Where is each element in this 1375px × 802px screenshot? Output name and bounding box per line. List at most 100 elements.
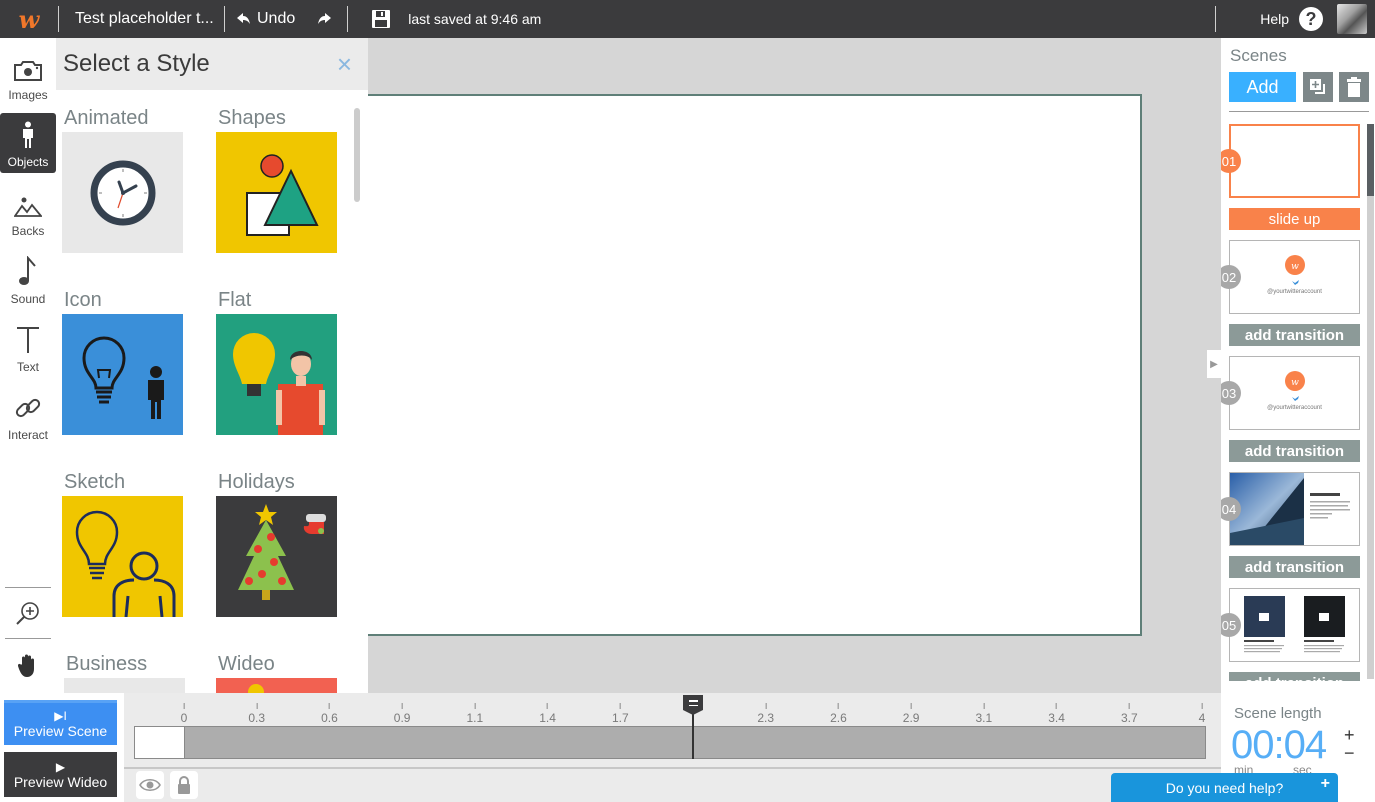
timeline-tick: 0.6 — [321, 703, 338, 725]
scenes-panel: Scenes Add 01 slide up w @yourtwitteracc… — [1221, 38, 1375, 693]
trash-icon — [1347, 77, 1361, 97]
pan-hand-button[interactable] — [0, 646, 56, 686]
question-icon: ? — [1299, 7, 1323, 31]
help-button[interactable]: Help ? — [1216, 7, 1337, 31]
visibility-toggle[interactable] — [136, 771, 164, 799]
timeline-tick: 1.4 — [539, 703, 556, 725]
scene-thumbnail[interactable] — [1229, 124, 1360, 198]
zoom-in-button[interactable] — [0, 593, 56, 633]
top-bar: w Test placeholder t... Undo last saved … — [0, 0, 1375, 38]
shapes-icon — [245, 153, 319, 236]
holidays-style-illustration — [238, 504, 326, 600]
text-icon — [17, 327, 39, 353]
help-chat-label: Do you need help? — [1165, 779, 1284, 796]
tool-backs[interactable]: Backs — [0, 182, 56, 242]
style-card-flat[interactable]: Flat — [216, 286, 337, 435]
duplicate-scene-button[interactable] — [1303, 72, 1333, 102]
style-panel: Select a Style × Animated Shapes Icon Fl… — [56, 38, 368, 693]
tool-label: Interact — [7, 428, 49, 442]
help-label: Help — [1260, 11, 1289, 27]
scene-length-value[interactable]: 00:04 — [1231, 723, 1327, 768]
scene-thumbnail[interactable]: w @yourtwitteraccount — [1229, 356, 1360, 430]
preview-wideo-button[interactable]: ▶ Preview Wideo — [4, 752, 117, 797]
transition-button[interactable]: slide up — [1229, 208, 1360, 230]
divider — [124, 767, 1221, 769]
decrease-length-button[interactable]: − — [1344, 743, 1355, 764]
style-panel-header: Select a Style × — [56, 38, 368, 90]
scene-thumbnail[interactable]: w @yourtwitteraccount — [1229, 240, 1360, 314]
wideo-logo[interactable]: w — [0, 0, 58, 38]
style-card-holidays[interactable]: Holidays — [216, 468, 337, 617]
style-panel-scrollbar[interactable] — [354, 108, 360, 202]
tool-objects[interactable]: Objects — [0, 113, 56, 173]
timeline-tick: 3.7 — [1121, 703, 1138, 725]
user-avatar[interactable] — [1337, 4, 1367, 34]
scene-length-label: Scene length — [1234, 705, 1322, 722]
person-icon — [23, 121, 33, 148]
eye-icon — [139, 778, 161, 792]
clock-icon — [90, 160, 155, 225]
style-panel-title: Select a Style — [63, 50, 210, 77]
undo-label: Undo — [257, 10, 296, 27]
style-card-shapes[interactable]: Shapes — [216, 104, 337, 253]
transition-button[interactable]: add transition — [1229, 672, 1360, 681]
style-thumb — [216, 496, 337, 617]
lock-icon — [178, 776, 190, 794]
floppy-disk-icon — [372, 10, 391, 28]
timeline-tick-label: 2.6 — [830, 711, 847, 725]
two-photo-scene-preview — [1244, 596, 1345, 653]
tool-label: Objects — [7, 155, 49, 169]
tool-text[interactable]: Text — [0, 318, 56, 378]
style-card-wideo[interactable]: Wideo — [216, 650, 337, 693]
help-chat-button[interactable]: Do you need help? + — [1111, 773, 1338, 802]
preview-wideo-label: Preview Wideo — [13, 773, 108, 790]
transition-button[interactable]: add transition — [1229, 440, 1360, 462]
undo-icon — [237, 13, 250, 24]
redo-button[interactable] — [309, 13, 339, 25]
document-title[interactable]: Test placeholder t... — [59, 10, 224, 28]
transition-button[interactable]: add transition — [1229, 324, 1360, 346]
scene-thumbnail[interactable] — [1229, 588, 1360, 662]
scenes-panel-toggle[interactable]: ▶ — [1207, 350, 1221, 378]
style-card-icon[interactable]: Icon — [62, 286, 183, 435]
camera-icon — [14, 61, 42, 81]
play-step-icon: ▶I — [54, 709, 67, 723]
style-label: Business — [66, 653, 148, 675]
link-icon — [15, 398, 41, 418]
delete-scene-button[interactable] — [1339, 72, 1369, 102]
timeline-tick: 1.7 — [612, 703, 629, 725]
style-card-animated[interactable]: Animated — [62, 104, 183, 253]
divider — [5, 638, 51, 639]
tool-label: Text — [16, 360, 39, 374]
scene-item-01: 01 slide up — [1221, 124, 1360, 230]
style-label: Holidays — [218, 471, 295, 493]
style-thumb — [62, 314, 183, 435]
svg-text:w: w — [1291, 378, 1299, 388]
divider — [5, 587, 51, 588]
undo-button[interactable]: Undo — [225, 10, 309, 28]
close-icon[interactable]: × — [337, 49, 352, 80]
style-card-sketch[interactable]: Sketch — [62, 468, 183, 617]
tool-interact[interactable]: Interact — [0, 386, 56, 446]
timeline-tick-label: 3.7 — [1120, 711, 1138, 725]
add-scene-button[interactable]: Add — [1229, 72, 1296, 102]
timeline-track[interactable] — [134, 726, 1206, 759]
scenes-scrollbar-thumb[interactable] — [1367, 124, 1374, 196]
save-button[interactable] — [372, 10, 391, 28]
twitter-scene-preview: w — [1285, 371, 1305, 401]
lock-toggle[interactable] — [170, 771, 198, 799]
transition-button[interactable]: add transition — [1229, 556, 1360, 578]
play-icon: ▶ — [55, 759, 66, 774]
style-thumb — [62, 132, 183, 253]
tool-sound[interactable]: Sound — [0, 250, 56, 310]
scenes-scrollbar-track[interactable] — [1367, 124, 1374, 679]
twitter-handle: @yourtwitteraccount — [1267, 405, 1322, 411]
scene-item-02: w @yourtwitteraccount 02 add transition — [1221, 240, 1360, 346]
scene-thumbnail[interactable] — [1229, 472, 1360, 546]
preview-scene-button[interactable]: ▶I Preview Scene — [4, 700, 117, 745]
scene-stage[interactable] — [368, 94, 1142, 636]
tool-images[interactable]: Images — [0, 46, 56, 106]
timeline-tick: 2.3 — [757, 703, 774, 725]
playhead-handle[interactable] — [683, 695, 703, 715]
style-card-business[interactable]: Business — [64, 650, 185, 693]
